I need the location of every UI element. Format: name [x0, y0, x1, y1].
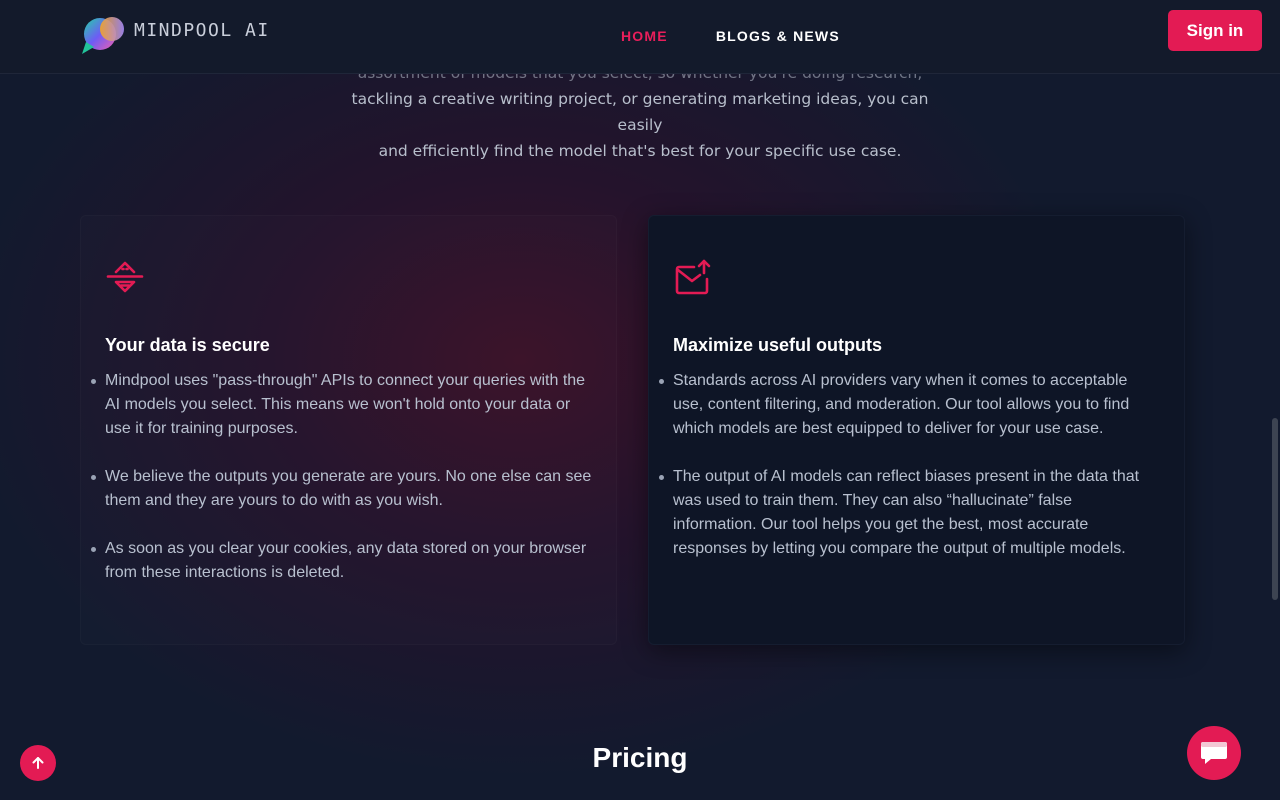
- page-scrollbar[interactable]: [1270, 0, 1280, 800]
- card-bullets: Mindpool uses "pass-through" APIs to con…: [91, 369, 592, 585]
- list-item: Standards across AI providers vary when …: [659, 369, 1160, 441]
- intro-text: assortment of models that you select, so…: [340, 60, 940, 164]
- scrollbar-thumb[interactable]: [1272, 418, 1278, 600]
- pricing-heading: Pricing: [592, 742, 688, 773]
- card-bullets: Standards across AI providers vary when …: [659, 369, 1160, 561]
- sign-in-button[interactable]: Sign in: [1168, 10, 1262, 51]
- list-item: We believe the outputs you generate are …: [91, 465, 592, 513]
- mail-upload-icon: [673, 258, 713, 298]
- top-header: MINDPOOL AI HOME BLOGS & NEWS Sign in: [0, 0, 1280, 74]
- card-title: Maximize useful outputs: [673, 335, 883, 355]
- nav-blogs-news[interactable]: BLOGS & NEWS: [716, 28, 840, 44]
- filter-split-icon: [105, 258, 145, 298]
- intro-line: and efficiently find the model that's be…: [378, 142, 902, 160]
- arrow-up-icon: [32, 757, 44, 769]
- feature-card-outputs: Maximize useful outputs Standards across…: [648, 215, 1185, 645]
- brain-bubble-icon: [80, 14, 126, 56]
- card-title: Your data is secure: [105, 335, 270, 355]
- list-item: Mindpool uses "pass-through" APIs to con…: [91, 369, 592, 441]
- brand-logo[interactable]: MINDPOOL AI: [80, 14, 270, 56]
- chat-widget-button[interactable]: [1187, 726, 1241, 780]
- intro-line: tackling a creative writing project, or …: [351, 90, 929, 134]
- chat-bubble-icon: [1201, 742, 1227, 764]
- main-nav: HOME BLOGS & NEWS: [621, 28, 888, 44]
- list-item: The output of AI models can reflect bias…: [659, 465, 1160, 561]
- brand-name: MINDPOOL AI: [134, 19, 270, 41]
- nav-home[interactable]: HOME: [621, 28, 668, 44]
- feature-card-secure: Your data is secure Mindpool uses "pass-…: [80, 215, 617, 645]
- scroll-to-top-button[interactable]: [20, 745, 56, 781]
- list-item: As soon as you clear your cookies, any d…: [91, 537, 592, 585]
